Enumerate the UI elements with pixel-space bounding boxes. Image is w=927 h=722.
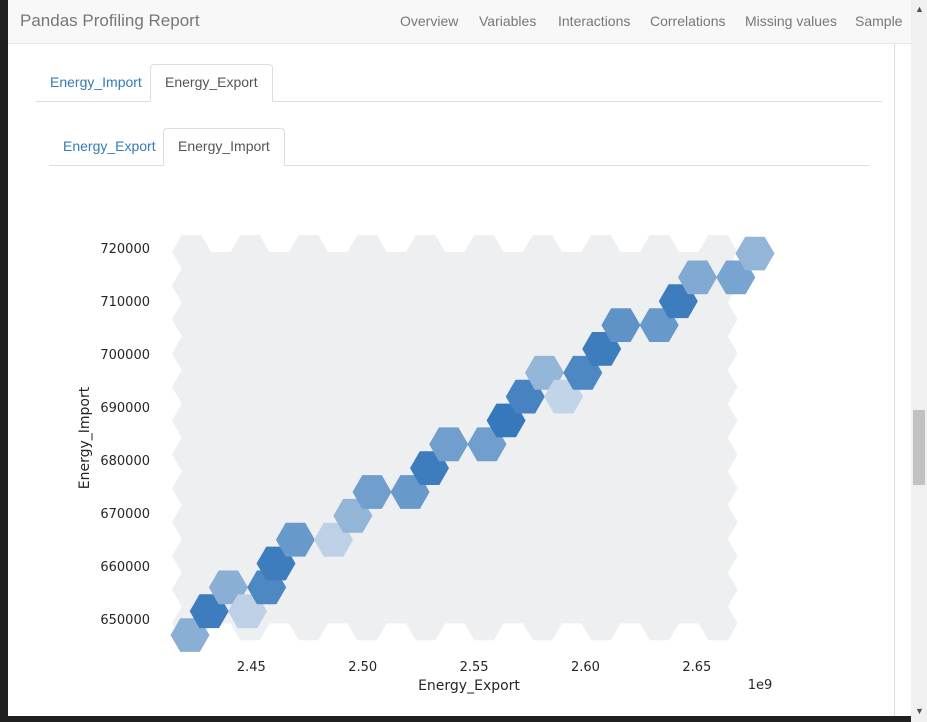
nav-interactions[interactable]: Interactions — [558, 13, 630, 29]
x-tick-label: 2.45 — [237, 660, 266, 675]
y-axis-label: Energy_Import — [77, 386, 93, 489]
y-tick-label: 680000 — [100, 454, 150, 469]
y-tick-label: 660000 — [100, 560, 150, 575]
x-tick-label: 2.50 — [348, 660, 377, 675]
scroll-up-icon[interactable]: ▲ — [915, 4, 924, 14]
y-tick-label: 690000 — [100, 401, 150, 416]
x-tick-label: 2.55 — [460, 660, 489, 675]
outer-tab-energy-import[interactable]: Energy_Import — [36, 64, 156, 101]
inner-tab-bar: Energy_Export Energy_Import — [49, 128, 869, 166]
y-tick-label: 720000 — [100, 242, 150, 257]
scroll-thumb[interactable] — [913, 410, 925, 485]
content-border — [894, 43, 895, 722]
inner-tab-energy-export[interactable]: Energy_Export — [49, 128, 170, 165]
y-tick-label: 650000 — [100, 613, 150, 628]
hexbin-chart-svg: 650000 660000 670000 680000 690000 700000 7100… — [77, 235, 775, 694]
nav-missing-values[interactable]: Missing values — [745, 13, 837, 29]
window-bottom-edge — [8, 716, 911, 722]
y-tick-label: 710000 — [100, 295, 150, 310]
outer-tab-energy-export[interactable]: Energy_Export — [150, 64, 273, 102]
inner-tab-energy-import[interactable]: Energy_Import — [163, 128, 285, 166]
nav-sample[interactable]: Sample — [855, 13, 902, 29]
x-axis-label: Energy_Export — [418, 678, 520, 694]
brand-title[interactable]: Pandas Profiling Report — [20, 11, 200, 31]
scroll-down-icon[interactable]: ▼ — [915, 706, 924, 716]
x-axis-offset-label: 1e9 — [748, 678, 773, 693]
x-tick-label: 2.60 — [571, 660, 600, 675]
y-axis-ticks: 650000 660000 670000 680000 690000 700000 7100… — [100, 242, 150, 628]
y-tick-label: 670000 — [100, 507, 150, 522]
x-axis-ticks: 2.45 2.50 2.55 2.60 2.65 — [237, 660, 711, 675]
y-tick-label: 700000 — [100, 348, 150, 363]
nav-correlations[interactable]: Correlations — [650, 13, 725, 29]
x-tick-label: 2.65 — [682, 660, 711, 675]
vertical-scrollbar[interactable]: ▲ ▼ — [911, 0, 927, 722]
hexbin-chart: 650000 660000 670000 680000 690000 700000 7100… — [60, 215, 790, 705]
nav-overview[interactable]: Overview — [400, 13, 458, 29]
outer-tab-bar: Energy_Import Energy_Export — [36, 64, 882, 102]
navbar: Pandas Profiling Report Overview Variabl… — [8, 0, 911, 44]
nav-variables[interactable]: Variables — [479, 13, 536, 29]
